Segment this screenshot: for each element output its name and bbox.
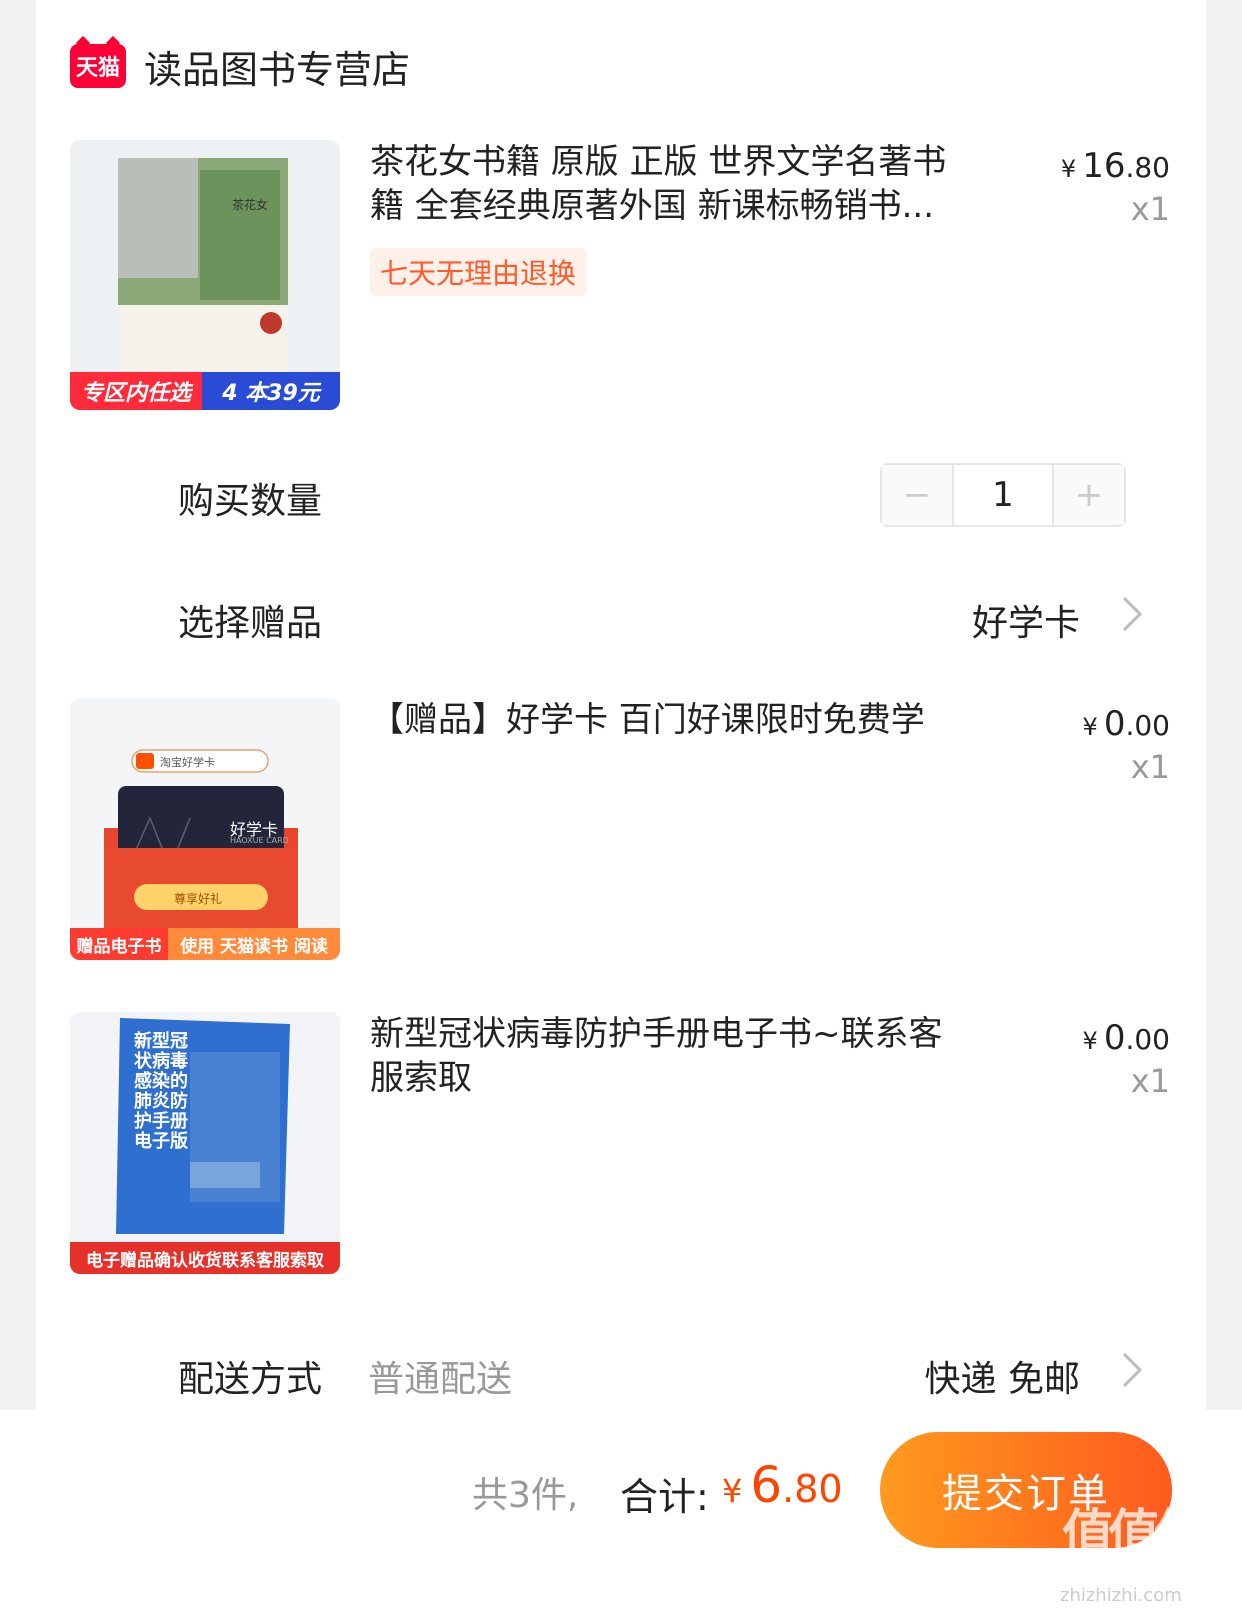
watermark-site: zhizhizhi.com	[1060, 1585, 1182, 1606]
tmall-logo: 天猫	[70, 44, 126, 88]
product-title[interactable]: 茶花女书籍 原版 正版 世界文学名著书籍 全套经典原著外国 新课标畅销书...	[370, 140, 975, 228]
product-price: ¥0.00	[1082, 704, 1170, 744]
product-quantity: x1	[1130, 1062, 1170, 1100]
decrement-button[interactable]: −	[882, 465, 952, 525]
promo-banner: 赠品电子书 使用 天猫读书 阅读	[70, 928, 340, 960]
book-cover-image	[70, 140, 340, 410]
card-subtitle: HAOXUE CARD	[230, 836, 289, 845]
ebook-cover-image	[70, 1012, 340, 1274]
search-text: 淘宝好学卡	[160, 756, 215, 769]
product-price: ¥16.80	[1060, 146, 1170, 186]
cover-title: 茶花女	[232, 198, 269, 212]
product-title[interactable]: 【赠品】好学卡 百门好课限时免费学	[370, 698, 975, 742]
order-item[interactable]: 淘宝好学卡 好学卡 HAOXUE CARD 尊享好礼 赠品电子书 使用 天猫读书…	[70, 698, 1170, 960]
shipping-value[interactable]: 快递 免邮	[925, 1350, 1080, 1402]
total-amount: ¥6.80	[722, 1456, 843, 1514]
chevron-right-icon[interactable]	[1120, 1350, 1144, 1399]
gift-label: 选择赠品	[178, 603, 323, 644]
quantity-stepper[interactable]: − 1 +	[880, 463, 1126, 527]
shop-name[interactable]: 读品图书专营店	[144, 39, 410, 94]
product-price: ¥0.00	[1082, 1018, 1170, 1058]
promo-banner: 电子赠品确认收货联系客服索取	[70, 1242, 340, 1274]
item-count: 共3件,	[472, 1475, 579, 1516]
increment-button[interactable]: +	[1054, 465, 1124, 525]
shipping-label: 配送方式	[178, 1359, 323, 1400]
product-quantity: x1	[1130, 190, 1170, 228]
cover-text: 新型冠状病毒感染的肺炎防护手册电子版	[134, 1031, 188, 1152]
product-thumbnail[interactable]: 淘宝好学卡 好学卡 HAOXUE CARD 尊享好礼 赠品电子书 使用 天猫读书…	[70, 698, 340, 960]
card-button: 尊享好礼	[174, 892, 223, 906]
shipping-method: 普通配送	[368, 1359, 513, 1400]
product-title[interactable]: 新型冠状病毒防护手册电子书~联系客服索取	[370, 1012, 975, 1100]
quantity-value[interactable]: 1	[952, 465, 1054, 525]
order-item[interactable]: 茶花女 专区内任选 4 本39元 茶花女书籍 原版 正版 世界文学名著书籍 全套…	[70, 140, 1170, 410]
total-label: 合计:	[620, 1475, 709, 1519]
shop-header[interactable]: 天猫 读品图书专营店	[70, 36, 410, 96]
quantity-label: 购买数量	[178, 481, 323, 522]
return-policy-tag: 七天无理由退换	[370, 248, 587, 296]
product-thumbnail[interactable]: 新型冠状病毒感染的肺炎防护手册电子版 电子赠品确认收货联系客服索取	[70, 1012, 340, 1274]
gift-card-image	[70, 698, 340, 960]
promo-banner: 专区内任选 4 本39元	[70, 372, 340, 410]
chevron-right-icon[interactable]	[1120, 594, 1144, 643]
gift-value[interactable]: 好学卡	[972, 594, 1080, 646]
product-thumbnail[interactable]: 茶花女 专区内任选 4 本39元	[70, 140, 340, 410]
product-quantity: x1	[1130, 748, 1170, 786]
order-item[interactable]: 新型冠状病毒感染的肺炎防护手册电子版 电子赠品确认收货联系客服索取 新型冠状病毒…	[70, 1012, 1170, 1274]
watermark-logo: 值值值	[1062, 1505, 1206, 1565]
